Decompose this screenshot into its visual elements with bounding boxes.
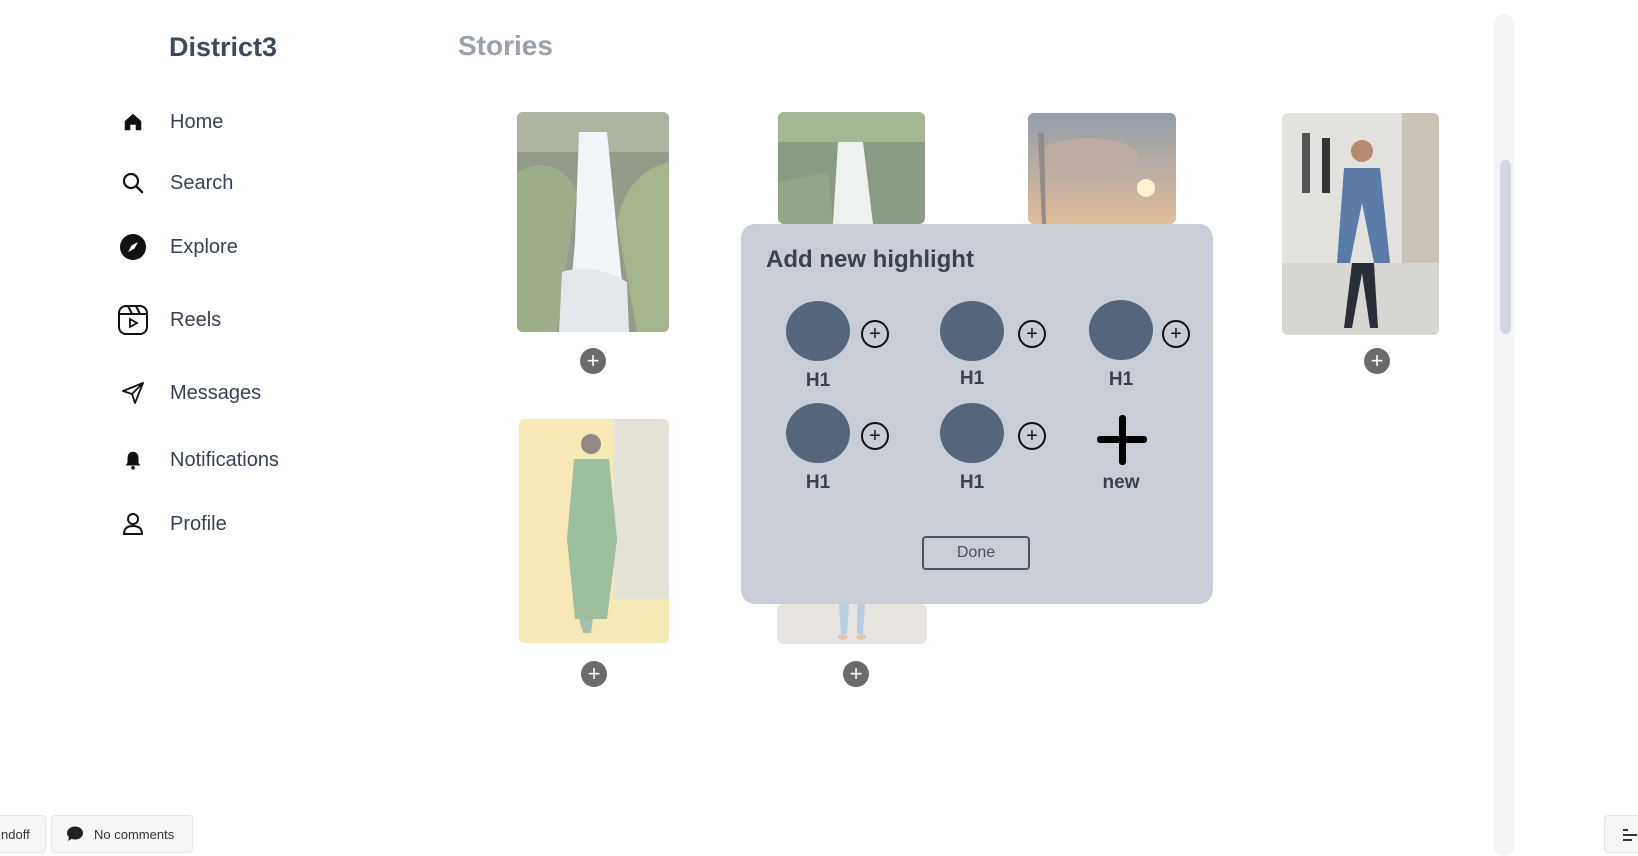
highlight-add-button[interactable]: + xyxy=(861,422,889,450)
story-add-button[interactable]: + xyxy=(581,661,607,687)
nav-notifications-label: Notifications xyxy=(170,448,279,471)
modal-title: Add new highlight xyxy=(766,246,974,273)
user-icon xyxy=(116,507,150,541)
highlight-thumbnail[interactable] xyxy=(940,403,1004,463)
story-add-button[interactable]: + xyxy=(1364,348,1390,374)
page-title: Stories xyxy=(458,30,553,61)
nav-notifications[interactable]: Notifications xyxy=(116,440,279,480)
nav-profile[interactable]: Profile xyxy=(116,504,227,544)
search-icon xyxy=(116,166,150,200)
new-highlight-label: new xyxy=(1102,472,1140,493)
nav-search-label: Search xyxy=(170,171,234,194)
story-thumbnail[interactable] xyxy=(778,112,925,224)
nav-reels[interactable]: Reels xyxy=(116,300,221,340)
story-thumbnail[interactable] xyxy=(1282,113,1439,335)
comments-label: No comments xyxy=(94,826,175,842)
send-icon xyxy=(116,376,150,410)
handoff-pill[interactable]: ndoff xyxy=(0,815,46,853)
compass-icon xyxy=(116,230,150,264)
highlight-thumbnail[interactable] xyxy=(1089,300,1153,360)
story-thumbnail[interactable] xyxy=(777,604,927,644)
highlight-add-button[interactable]: + xyxy=(1018,320,1046,348)
nav-explore-label: Explore xyxy=(170,235,238,258)
highlight-thumbnail[interactable] xyxy=(940,301,1004,361)
scrollbar-thumb[interactable] xyxy=(1500,160,1511,334)
add-highlight-modal: Add new highlight + H1 + H1 + H1 + H1 + … xyxy=(741,224,1213,604)
story-thumbnail[interactable] xyxy=(517,112,669,332)
highlight-label: H1 xyxy=(805,472,831,493)
toolbar-pill[interactable] xyxy=(1604,815,1638,853)
nav-search[interactable]: Search xyxy=(116,163,233,203)
reels-icon xyxy=(116,303,150,337)
highlight-label: H1 xyxy=(1108,369,1134,390)
nav-messages[interactable]: Messages xyxy=(116,373,261,413)
story-thumbnail[interactable] xyxy=(519,419,669,643)
story-add-button[interactable]: + xyxy=(580,348,606,374)
new-highlight-plus-icon[interactable] xyxy=(1097,415,1147,465)
highlight-thumbnail[interactable] xyxy=(786,403,850,463)
comments-pill[interactable]: No comments xyxy=(51,815,193,853)
highlight-label: H1 xyxy=(959,472,985,493)
highlight-label: H1 xyxy=(959,368,985,389)
highlight-add-button[interactable]: + xyxy=(861,320,889,348)
highlight-label: H1 xyxy=(805,370,831,391)
home-icon xyxy=(116,105,150,139)
comment-icon xyxy=(66,826,84,842)
handoff-label: ndoff xyxy=(1,826,30,842)
nav-home[interactable]: Home xyxy=(116,102,223,142)
bell-icon xyxy=(116,443,150,477)
highlight-add-button[interactable]: + xyxy=(1018,422,1046,450)
story-add-button[interactable]: + xyxy=(843,661,869,687)
highlight-add-button[interactable]: + xyxy=(1162,320,1190,348)
brand-logo[interactable]: District3 xyxy=(169,32,277,63)
nav-reels-label: Reels xyxy=(170,308,222,331)
done-button[interactable]: Done xyxy=(922,536,1030,570)
panel-icon xyxy=(1623,828,1637,846)
nav-profile-label: Profile xyxy=(170,512,227,535)
scrollbar-track[interactable] xyxy=(1494,14,1514,856)
highlight-thumbnail[interactable] xyxy=(786,301,850,361)
nav-explore[interactable]: Explore xyxy=(116,227,238,267)
nav-messages-label: Messages xyxy=(170,381,262,404)
story-thumbnail[interactable] xyxy=(1028,113,1176,224)
nav-home-label: Home xyxy=(170,110,224,133)
